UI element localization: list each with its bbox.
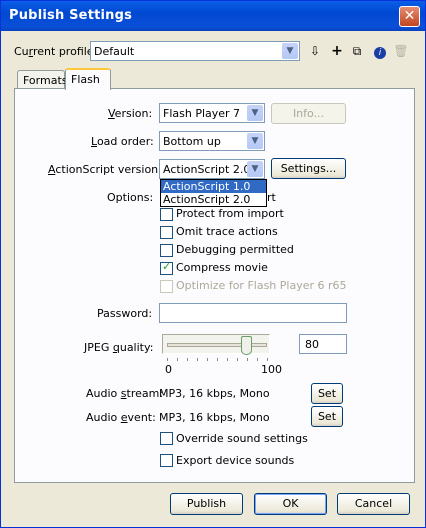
jpeg-quality-label: JPEG quality: [84, 341, 154, 354]
current-profile-select[interactable]: Default ▼ [90, 41, 300, 61]
slider-tick [237, 358, 238, 361]
publish-settings-dialog: Publish Settings ✕ Current profile: Defa… [0, 0, 426, 528]
actionscript-dropdown-list: ActionScript 1.0 ActionScript 2.0 [160, 179, 267, 207]
jpeg-quality-input[interactable]: 80 [299, 334, 347, 354]
chevron-down-icon: ▼ [247, 133, 263, 149]
debugging-permitted-checkbox[interactable] [160, 244, 173, 257]
optimize-flash-player-checkbox [160, 280, 173, 293]
close-icon: ✕ [403, 8, 416, 24]
audio-event-set-button[interactable]: Set [311, 406, 343, 427]
audio-stream-value: MP3, 16 kbps, Mono [159, 387, 270, 400]
version-value: Flash Player 7 [163, 107, 241, 120]
set-button-label: Set [317, 387, 337, 400]
password-field[interactable] [159, 303, 347, 323]
ok-button[interactable]: OK [254, 493, 327, 515]
password-label: Password: [97, 307, 153, 320]
override-sound-settings-checkbox[interactable] [160, 432, 173, 445]
slider-tick [177, 358, 178, 361]
info-button: Info... [271, 103, 346, 124]
dropdown-option-as2[interactable]: ActionScript 2.0 [161, 193, 266, 206]
optimize-flash-player-label: Optimize for Flash Player 6 r65 [176, 279, 347, 292]
jpeg-max-label: 100 [261, 363, 282, 376]
publish-button[interactable]: Publish [170, 493, 243, 515]
chevron-down-icon: ▼ [247, 105, 263, 121]
protect-from-import-label: Protect from import [176, 207, 284, 220]
slider-tick [247, 358, 248, 361]
close-button[interactable]: ✕ [399, 6, 420, 27]
compress-movie-label: Compress movie [176, 261, 268, 274]
import-export-icon[interactable]: ⇩ [306, 42, 324, 60]
info-button-label: Info... [292, 107, 325, 120]
version-label: Version: [108, 107, 153, 120]
audio-event-value: MP3, 16 kbps, Mono [159, 411, 270, 424]
dropdown-option-as1[interactable]: ActionScript 1.0 [161, 180, 266, 193]
tab-formats-label: Formats [23, 74, 68, 87]
audio-stream-set-button[interactable]: Set [311, 383, 343, 404]
jpeg-min-label: 0 [165, 363, 172, 376]
slider-tick [167, 358, 168, 361]
settings-button-label: Settings... [280, 162, 337, 175]
omit-trace-actions-checkbox[interactable] [160, 226, 173, 239]
options-label: Options: [107, 191, 154, 204]
cancel-button[interactable]: Cancel [337, 493, 410, 515]
actionscript-version-value: ActionScript 2.0 [163, 163, 251, 176]
slider-tick [187, 358, 188, 361]
slider-tick [227, 358, 228, 361]
slider-tick [207, 358, 208, 361]
tab-formats[interactable]: Formats [17, 70, 68, 90]
audio-event-label: Audio event: [86, 411, 156, 424]
title-bar[interactable]: Publish Settings ✕ [1, 1, 425, 31]
debugging-permitted-label: Debugging permitted [176, 243, 294, 256]
override-sound-settings-label: Override sound settings [176, 432, 308, 445]
omit-trace-actions-label: Omit trace actions [176, 225, 278, 238]
tab-flash-label: Flash [71, 73, 100, 86]
load-order-label: Load order: [91, 135, 154, 148]
current-profile-value: Default [94, 45, 135, 58]
actionscript-settings-button[interactable]: Settings... [271, 158, 346, 179]
slider-tick [217, 358, 218, 361]
slider-tick [257, 358, 258, 361]
jpeg-quality-slider-rail[interactable] [167, 343, 267, 347]
profile-info-icon[interactable]: i [371, 42, 389, 60]
cancel-button-label: Cancel [354, 497, 393, 510]
protect-from-import-checkbox[interactable] [160, 208, 173, 221]
audio-stream-label: Audio stream: [86, 387, 164, 400]
publish-button-label: Publish [186, 497, 227, 510]
chevron-down-icon: ▼ [282, 43, 298, 59]
export-device-sounds-label: Export device sounds [176, 454, 295, 467]
actionscript-version-select[interactable]: ActionScript 2.0 ▼ [159, 159, 265, 179]
set-button-label: Set [317, 410, 337, 423]
version-select[interactable]: Flash Player 7 ▼ [159, 103, 265, 123]
ok-button-label: OK [282, 497, 299, 510]
load-order-value: Bottom up [163, 135, 221, 148]
delete-profile-icon: 🗑 [393, 44, 409, 58]
load-order-select[interactable]: Bottom up ▼ [159, 131, 265, 151]
current-profile-label: Current profile: [14, 45, 98, 58]
slider-tick [267, 358, 268, 361]
tab-flash[interactable]: Flash [65, 68, 111, 90]
actionscript-version-label: ActionScript version: [48, 163, 162, 176]
jpeg-quality-value: 80 [305, 338, 319, 351]
export-device-sounds-checkbox[interactable] [160, 454, 173, 467]
jpeg-quality-slider-thumb[interactable] [241, 336, 252, 355]
option-hidden-label-suffix: rt [267, 191, 276, 204]
slider-tick [197, 358, 198, 361]
duplicate-profile-icon[interactable]: ⧉ [348, 42, 366, 60]
chevron-down-icon: ▼ [247, 161, 263, 177]
dialog-title: Publish Settings [9, 8, 133, 23]
add-profile-icon[interactable]: + [328, 42, 346, 60]
compress-movie-checkbox[interactable] [160, 260, 173, 275]
